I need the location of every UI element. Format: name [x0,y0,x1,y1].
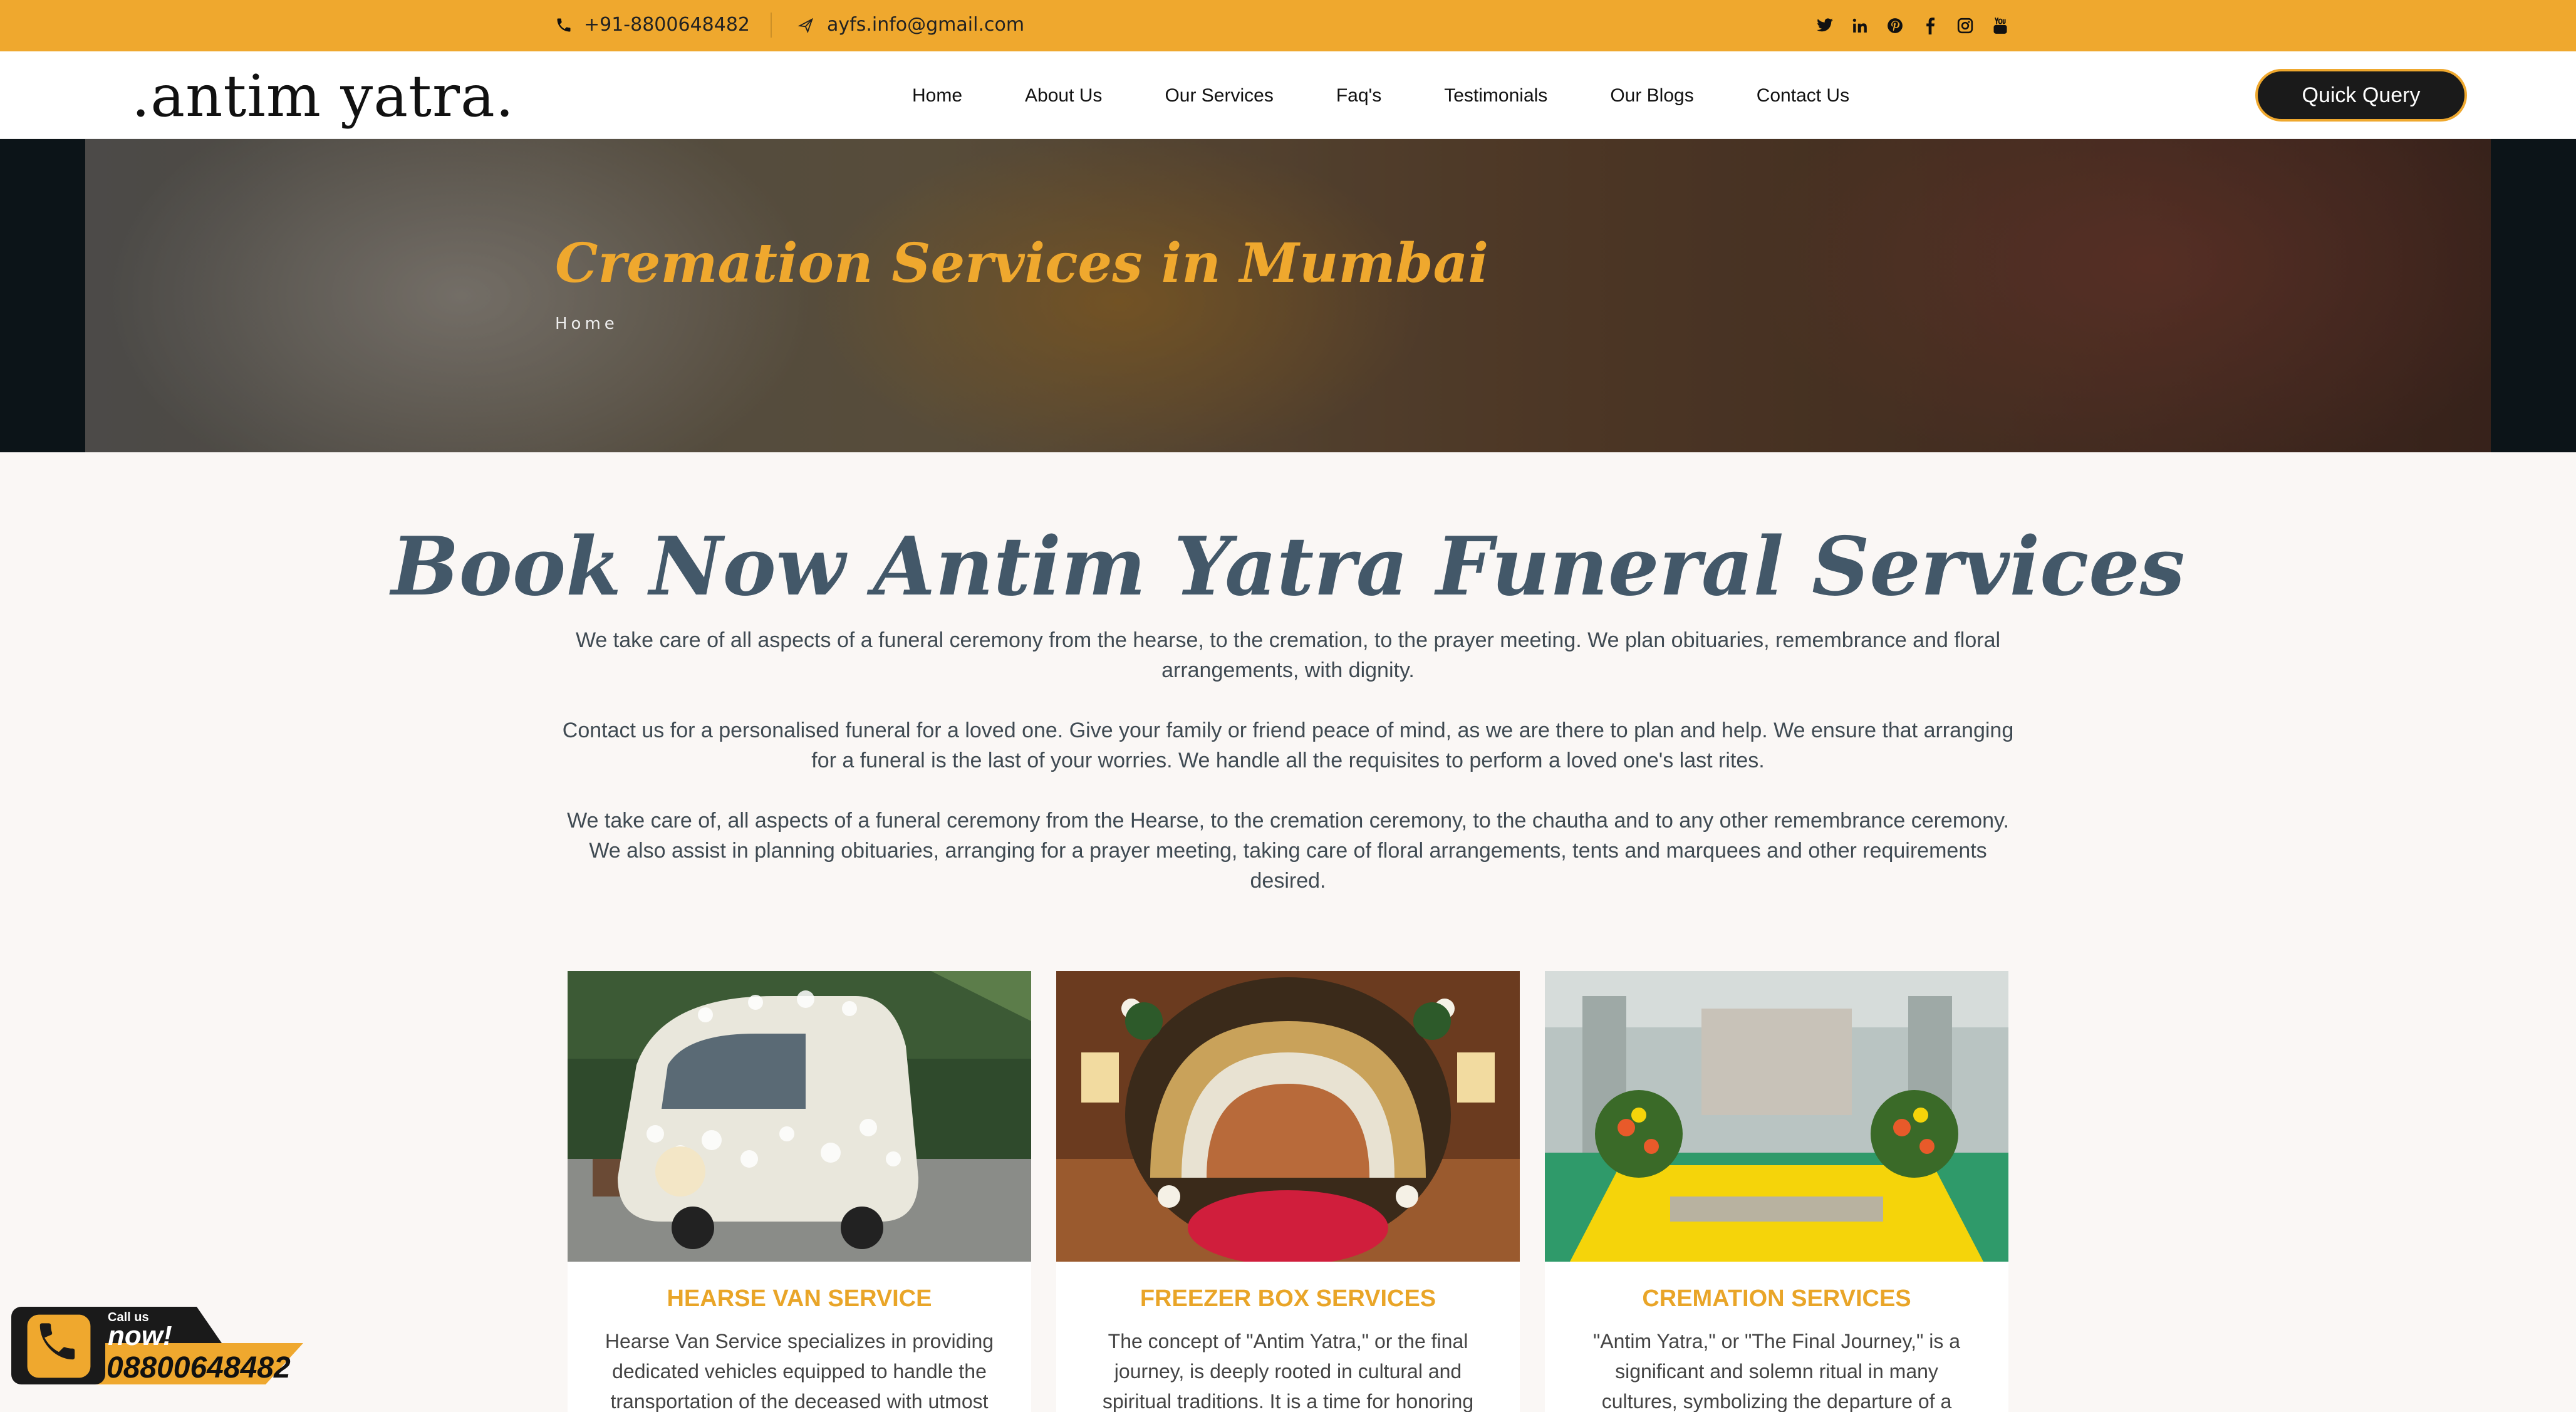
service-card-freezer-box[interactable]: FREEZER BOX SERVICES The concept of "Ant… [1056,971,1520,1412]
email-contact[interactable]: ayfs.info@gmail.com [797,14,1024,36]
card-title: CREMATION SERVICES [1642,1285,1911,1312]
phone-text: +91-8800648482 [584,14,750,36]
twitter-icon[interactable] [1814,15,1836,36]
site-logo[interactable]: .antim yatra. [132,63,514,130]
phone-contact[interactable]: +91-8800648482 [555,14,750,36]
email-text: ayfs.info@gmail.com [827,14,1025,36]
pinterest-icon[interactable] [1884,15,1906,36]
intro-paragraph-1: We take care of all aspects of a funeral… [575,628,2001,682]
card-title: HEARSE VAN SERVICE [667,1285,932,1312]
nav-testimonials[interactable]: Testimonials [1444,85,1547,106]
intro-paragraph-3: We take care of, all aspects of a funera… [567,809,2009,893]
nav-about-us[interactable]: About Us [1025,85,1102,106]
phone-call-icon [27,1314,91,1378]
hearse-van-image [568,971,1031,1262]
call-now-number: 08800648482 [106,1351,291,1384]
main-nav: Home About Us Our Services Faq's Testimo… [912,85,1912,106]
call-now-badge[interactable]: Call us now! 08800648482 [9,1300,309,1391]
cremation-image [1545,971,2008,1262]
freezer-box-image [1056,971,1520,1262]
service-card-cremation[interactable]: CREMATION SERVICES "Antim Yatra," or "Th… [1545,971,2008,1412]
now-text: now! [108,1321,172,1351]
nav-our-services[interactable]: Our Services [1165,85,1273,106]
quick-query-button[interactable]: Quick Query [2255,69,2467,122]
top-bar: +91-8800648482 ayfs.info@gmail.com [0,0,2576,51]
hero-banner-image [85,139,2491,452]
youtube-icon[interactable] [1990,15,2011,36]
card-description: The concept of "Antim Yatra," or the fin… [1102,1330,1474,1412]
topbar-divider [771,13,772,38]
instagram-icon[interactable] [1955,15,1976,36]
card-description: Hearse Van Service specializes in provid… [605,1330,994,1412]
nav-our-blogs[interactable]: Our Blogs [1610,85,1693,106]
linkedin-icon[interactable] [1849,15,1871,36]
intro-paragraph-2: Contact us for a personalised funeral fo… [562,719,2014,772]
service-card-hearse-van[interactable]: HEARSE VAN SERVICE Hearse Van Service sp… [568,971,1031,1412]
hero-title: Cremation Services in Mumbai [555,232,1489,295]
social-links [1814,15,2011,36]
site-header: .antim yatra. Home About Us Our Services… [0,51,2576,139]
email-icon [797,18,814,33]
nav-faqs[interactable]: Faq's [1336,85,1381,106]
breadcrumb-home[interactable]: Home [555,314,618,333]
nav-contact-us[interactable]: Contact Us [1757,85,1849,106]
page-title: Book Now Antim Yatra Funeral Services [391,520,2185,614]
nav-home[interactable]: Home [912,85,962,106]
facebook-icon[interactable] [1919,15,1941,36]
card-description: "Antim Yatra," or "The Final Journey," i… [1592,1330,1961,1412]
phone-icon [557,18,571,31]
card-title: FREEZER BOX SERVICES [1140,1285,1436,1312]
